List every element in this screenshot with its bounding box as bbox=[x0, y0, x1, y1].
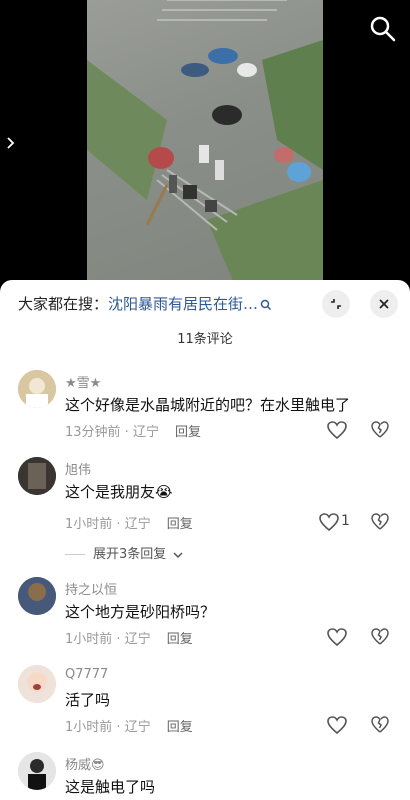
comment-sheet: 大家都在搜：沈阳暴雨有居民在街… 11条评论 ★雪★ 这个好像是水晶城附近的吧？… bbox=[0, 280, 410, 800]
comment-location: 辽宁 bbox=[124, 517, 151, 532]
comment-text: 活了吗 bbox=[65, 691, 111, 709]
comment-location: 辽宁 bbox=[124, 720, 151, 735]
comment-meta: 1小时前 · 辽宁 回复 bbox=[65, 720, 193, 735]
comment-location: 辽宁 bbox=[124, 632, 151, 647]
commenter-name[interactable]: 杨威😎 bbox=[65, 754, 105, 773]
reply-button[interactable]: 回复 bbox=[167, 517, 193, 532]
avatar[interactable] bbox=[18, 577, 56, 615]
comment-meta: 1小时前 · 辽宁 回复 bbox=[65, 632, 193, 647]
commenter-name[interactable]: ★雪★ bbox=[65, 372, 101, 391]
comment-text: 这个地方是砂阳桥吗？ bbox=[65, 603, 216, 621]
close-button[interactable] bbox=[370, 290, 398, 318]
like-icon[interactable] bbox=[326, 715, 348, 735]
comment-time: 13分钟前 bbox=[65, 425, 121, 440]
comment-location: 辽宁 bbox=[132, 425, 159, 440]
comment-text: 这个好像是水晶城附近的吧？在水里触电了 bbox=[65, 396, 351, 414]
search-icon bbox=[370, 16, 396, 42]
dislike-icon[interactable] bbox=[370, 512, 390, 532]
commenter-name[interactable]: Q7777 bbox=[65, 667, 108, 682]
chevron-down-icon bbox=[173, 551, 183, 558]
video-area[interactable] bbox=[0, 0, 410, 290]
search-icon bbox=[260, 299, 272, 310]
close-icon bbox=[379, 299, 389, 309]
comment-count: 11条评论 bbox=[177, 332, 233, 347]
like-count: 1 bbox=[341, 513, 350, 529]
comment-meta: 1小时前 · 辽宁 回复 bbox=[65, 517, 193, 532]
reply-button[interactable]: 回复 bbox=[175, 425, 201, 440]
video-frame[interactable] bbox=[87, 0, 323, 290]
search-hint: 大家都在搜： bbox=[18, 295, 109, 313]
expand-replies-label: 展开3条回复 bbox=[93, 547, 167, 562]
avatar[interactable] bbox=[18, 370, 56, 408]
avatar[interactable] bbox=[18, 665, 56, 703]
search-query-link[interactable]: 沈阳暴雨有居民在街… bbox=[108, 295, 258, 313]
comment-text: 这是触电了吗 bbox=[65, 778, 156, 796]
avatar[interactable] bbox=[18, 752, 56, 790]
divider bbox=[65, 554, 85, 555]
avatar-image bbox=[18, 457, 56, 495]
search-suggestion[interactable]: 大家都在搜：沈阳暴雨有居民在街… bbox=[18, 293, 318, 315]
avatar-image bbox=[18, 370, 56, 408]
reply-button[interactable]: 回复 bbox=[167, 720, 193, 735]
reply-button[interactable]: 回复 bbox=[167, 632, 193, 647]
avatar[interactable] bbox=[18, 457, 56, 495]
avatar-image bbox=[18, 665, 56, 703]
like-icon[interactable] bbox=[326, 420, 348, 440]
avatar-image bbox=[18, 577, 56, 615]
dislike-icon[interactable] bbox=[370, 420, 390, 440]
avatar-image bbox=[18, 752, 56, 790]
side-panel-button[interactable] bbox=[5, 135, 17, 151]
comment-meta: 13分钟前 · 辽宁 回复 bbox=[65, 425, 201, 440]
comment-time: 1小时前 bbox=[65, 632, 113, 647]
chevron-right-icon bbox=[7, 137, 15, 149]
like-icon[interactable] bbox=[326, 627, 348, 647]
collapse-button[interactable] bbox=[322, 290, 350, 318]
commenter-name[interactable]: 旭伟 bbox=[65, 459, 91, 478]
comment-time: 1小时前 bbox=[65, 517, 113, 532]
comment-text: 这个是我朋友😭 bbox=[65, 483, 173, 501]
video-scene bbox=[87, 0, 323, 290]
commenter-name[interactable]: 持之以恒 bbox=[65, 579, 117, 598]
collapse-icon bbox=[331, 299, 341, 309]
dislike-icon[interactable] bbox=[370, 715, 390, 735]
like-icon[interactable] bbox=[318, 512, 340, 532]
expand-replies-button[interactable]: 展开3条回复 bbox=[65, 543, 183, 562]
dislike-icon[interactable] bbox=[370, 627, 390, 647]
search-button[interactable] bbox=[368, 14, 398, 44]
comment-time: 1小时前 bbox=[65, 720, 113, 735]
